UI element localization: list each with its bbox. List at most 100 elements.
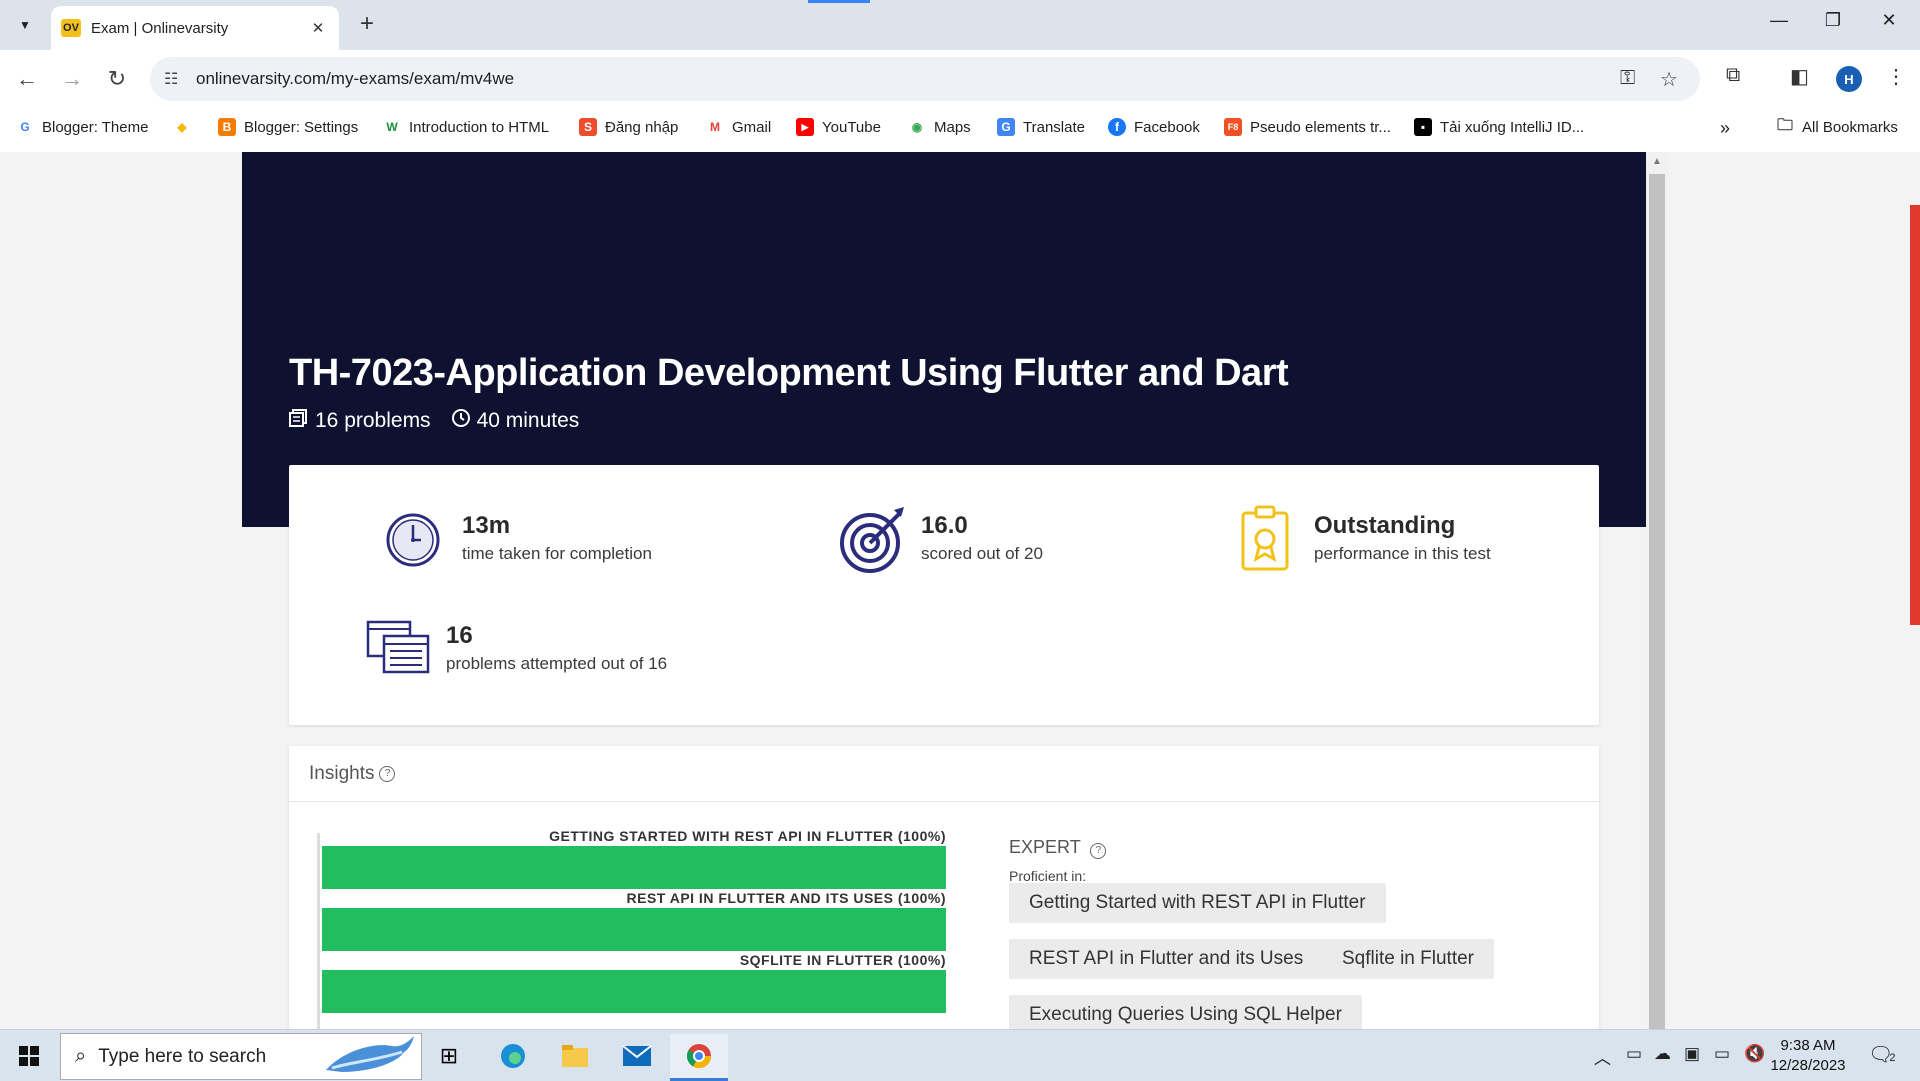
- tab-loading-indicator: [808, 0, 870, 3]
- new-tab-plus-icon[interactable]: +: [352, 10, 382, 38]
- proficiency-level-label: EXPERT: [1009, 837, 1081, 857]
- stat-attempted: 16 problems attempted out of 16: [446, 622, 667, 674]
- file-explorer-icon[interactable]: [546, 1034, 604, 1078]
- side-panel-icon[interactable]: ◧: [1790, 64, 1809, 89]
- windows-start-button[interactable]: [0, 1030, 58, 1081]
- bar-label: SQFLITE IN FLUTTER (100%): [739, 952, 946, 968]
- battery-icon[interactable]: ▭: [1714, 1044, 1730, 1064]
- bookmark-label: Maps: [934, 118, 971, 136]
- site-info-tune-icon[interactable]: ☷: [164, 69, 178, 89]
- chart-axis: [317, 833, 320, 1029]
- scrollbar-thumb[interactable]: [1649, 174, 1665, 1029]
- mail-icon[interactable]: [608, 1034, 666, 1078]
- all-bookmarks-label: All Bookmarks: [1802, 118, 1898, 136]
- bookmark-dang-nhap[interactable]: S Đăng nhập: [579, 118, 678, 136]
- taskbar-search-placeholder[interactable]: Type here to search: [98, 1046, 266, 1068]
- page-viewport: TH-7023-Application Development Using Fl…: [0, 152, 1920, 1029]
- menu-kebab-icon[interactable]: ⋮: [1886, 64, 1906, 89]
- reload-icon[interactable]: ↻: [102, 64, 132, 94]
- bookmark-star-icon[interactable]: ☆: [1660, 67, 1678, 92]
- windows-taskbar: ⌕ Type here to search ⊞ ︿ ▭ ☁ ▣ ▭ 🔇 9:38…: [0, 1029, 1920, 1081]
- bookmark-youtube[interactable]: ▶ YouTube: [796, 118, 881, 136]
- url-text[interactable]: onlinevarsity.com/my-exams/exam/mv4we: [196, 69, 514, 89]
- back-arrow-icon[interactable]: ←: [12, 64, 42, 94]
- network-icon[interactable]: ▣: [1684, 1044, 1700, 1064]
- browser-toolbar: ← → ↻ ☷ onlinevarsity.com/my-exams/exam/…: [0, 50, 1920, 108]
- edge-browser-icon[interactable]: [484, 1034, 542, 1078]
- bookmark-intellij[interactable]: ▪ Tải xuống IntelliJ ID...: [1414, 118, 1584, 136]
- bookmarks-overflow-chevron-icon[interactable]: »: [1720, 118, 1730, 139]
- password-key-icon[interactable]: ⚿: [1620, 67, 1635, 90]
- exam-stats-card: 13m time taken for completion 16.0 score…: [289, 465, 1599, 725]
- side-edge-strip: [1910, 205, 1920, 625]
- bookmark-intro-html[interactable]: W Introduction to HTML: [383, 118, 549, 136]
- bookmark-label: YouTube: [822, 118, 881, 136]
- f8-icon: F8: [1224, 118, 1242, 136]
- maps-icon: ◉: [911, 120, 923, 134]
- forward-arrow-icon[interactable]: →: [57, 64, 87, 94]
- restore-icon[interactable]: ❐: [1810, 10, 1856, 31]
- help-question-icon[interactable]: ?: [1090, 842, 1107, 859]
- folder-icon: 🗀: [1776, 116, 1793, 134]
- stopwatch-icon: [384, 509, 444, 574]
- stat-score-value: 16.0: [921, 512, 968, 539]
- profile-avatar[interactable]: H: [1836, 66, 1862, 92]
- browser-titlebar: ▼ OV Exam | Onlinevarsity ✕ + — ❐ ✕: [0, 0, 1920, 50]
- exam-duration: 40 minutes: [476, 409, 580, 432]
- problems-stack-icon: [289, 408, 309, 434]
- onedrive-cloud-icon[interactable]: ☁: [1654, 1044, 1671, 1064]
- stat-attempted-value: 16: [446, 622, 473, 649]
- shopee-bag-icon: S: [579, 118, 597, 136]
- address-bar[interactable]: ☷ onlinevarsity.com/my-exams/exam/mv4we …: [150, 57, 1700, 101]
- topic-chip: Sqflite in Flutter: [1322, 939, 1494, 979]
- stat-time-label: time taken for completion: [462, 544, 652, 563]
- bookmark-blogger-theme[interactable]: G Blogger: Theme: [16, 118, 148, 136]
- extensions-puzzle-icon[interactable]: ⧉: [1726, 64, 1740, 87]
- google-icon: G: [20, 120, 30, 134]
- close-window-icon[interactable]: ✕: [1866, 10, 1912, 31]
- tray-overflow-chevron-icon[interactable]: ︿: [1594, 1044, 1611, 1069]
- taskbar-clock[interactable]: 9:38 AM 12/28/2023: [1762, 1036, 1854, 1076]
- insights-header: Insights ?: [289, 746, 1599, 802]
- exam-title: TH-7023-Application Development Using Fl…: [289, 352, 1289, 394]
- proficiency-level: EXPERT ?: [1009, 837, 1107, 859]
- bookmark-gmail[interactable]: M Gmail: [706, 118, 771, 136]
- stat-attempted-label: problems attempted out of 16: [446, 654, 668, 673]
- bookmark-label: Facebook: [1134, 118, 1200, 136]
- bar: [322, 908, 946, 951]
- bookmark-translate[interactable]: G Translate: [997, 118, 1085, 136]
- stat-performance-label: performance in this test: [1314, 544, 1491, 563]
- bar-label: REST API IN FLUTTER AND ITS USES (100%): [626, 890, 946, 906]
- exam-meta: 16 problems 40 minutes: [289, 408, 579, 434]
- bookmark-blogger-settings[interactable]: B Blogger: Settings: [218, 118, 358, 136]
- translate-icon: G: [997, 118, 1015, 136]
- bookmark-label: Introduction to HTML: [409, 118, 550, 136]
- topic-chip: Executing Queries Using SQL Helper: [1009, 995, 1362, 1029]
- bookmark-pseudo-elements[interactable]: F8 Pseudo elements tr...: [1224, 118, 1391, 136]
- browser-tab-active[interactable]: OV Exam | Onlinevarsity ✕: [51, 6, 339, 50]
- certificate-badge-icon: [1240, 505, 1290, 576]
- blogger-icon: B: [218, 118, 236, 136]
- bookmark-maps[interactable]: ◉ Maps: [908, 118, 971, 136]
- bookmark-label: Blogger: Settings: [244, 118, 359, 136]
- tab-search-chevron-icon[interactable]: ▼: [10, 10, 40, 40]
- page-scrollbar[interactable]: ▲: [1647, 152, 1667, 1029]
- bookmark-binance[interactable]: ◆: [173, 118, 199, 136]
- chrome-icon[interactable]: [670, 1034, 728, 1081]
- notification-center-icon[interactable]: 🗨2: [1868, 1042, 1896, 1067]
- meet-now-icon[interactable]: ▭: [1626, 1044, 1642, 1064]
- target-dart-icon: [839, 505, 909, 580]
- problems-attempted-icon: [366, 620, 430, 679]
- scroll-up-arrow-icon[interactable]: ▲: [1652, 156, 1662, 167]
- all-bookmarks-button[interactable]: 🗀 All Bookmarks: [1776, 116, 1898, 136]
- help-question-icon[interactable]: ?: [379, 765, 396, 782]
- binance-icon: ◆: [177, 120, 187, 134]
- tab-close-icon[interactable]: ✕: [307, 19, 329, 37]
- stat-time: 13m time taken for completion: [462, 512, 652, 564]
- bookmark-facebook[interactable]: f Facebook: [1108, 118, 1200, 136]
- insights-card: Insights ? GETTING STARTED WITH REST API…: [289, 746, 1599, 1029]
- stat-score: 16.0 scored out of 20: [921, 512, 1043, 564]
- minimize-icon[interactable]: —: [1756, 10, 1802, 31]
- task-view-icon[interactable]: ⊞: [420, 1034, 478, 1078]
- bookmarks-bar: G Blogger: Theme ◆ B Blogger: Settings W…: [0, 108, 1920, 153]
